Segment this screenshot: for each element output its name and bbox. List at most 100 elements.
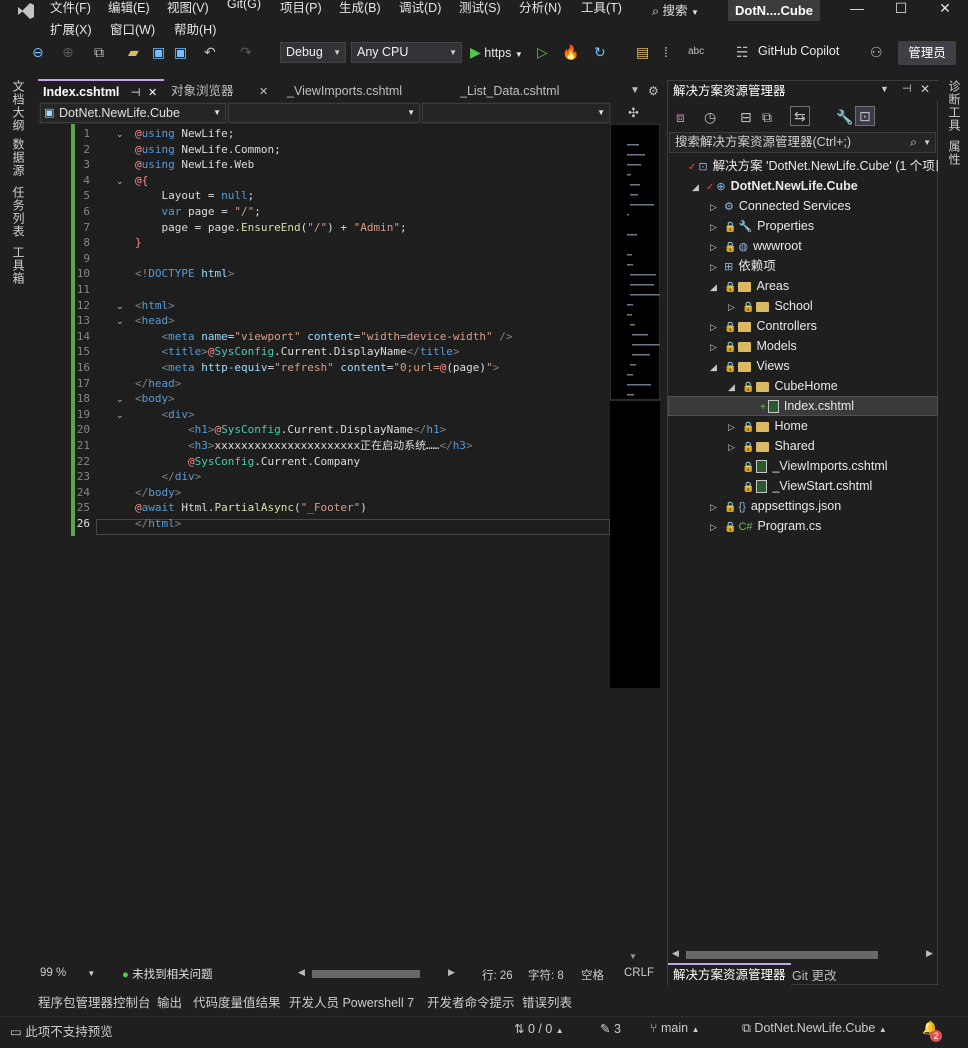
expand-arrow-icon[interactable]: ▷	[710, 317, 724, 336]
expand-arrow-icon[interactable]: ▷	[710, 237, 724, 256]
menu-project[interactable]: 项目(P)	[280, 0, 322, 16]
horizontal-scrollbar[interactable]	[686, 951, 878, 959]
tree-item[interactable]: ▷ 🔒 ◍ wwwroot	[710, 236, 802, 256]
tab-developer-command-prompt[interactable]: 开发者命令提示	[427, 992, 515, 1011]
expand-arrow-icon[interactable]: ▷	[728, 297, 742, 316]
code-line[interactable]: <meta http-equiv="refresh" content="0;ur…	[135, 360, 499, 376]
code-line[interactable]: <!DOCTYPE html>	[135, 266, 234, 282]
pending-edits-indicator[interactable]: ✎ 3	[600, 1021, 621, 1036]
chevron-down-icon[interactable]: ▼	[880, 84, 889, 94]
collapse-arrow-icon[interactable]: ◢	[710, 277, 724, 296]
tree-item[interactable]: ◢ 🔒 Views	[710, 356, 790, 376]
whitespace-indicator[interactable]: 空格	[581, 967, 604, 983]
switch-views-icon[interactable]: ⧈	[676, 106, 685, 128]
scroll-down-icon[interactable]: ▼	[629, 952, 637, 961]
preview-selected-icon[interactable]: ⊡	[855, 106, 875, 126]
platform-select[interactable]: Any CPU ▼	[351, 42, 462, 63]
scroll-right-icon[interactable]: ▶	[448, 967, 455, 978]
expand-arrow-icon[interactable]: ▷	[710, 217, 724, 236]
line-indicator[interactable]: 行: 26	[482, 967, 513, 983]
expand-arrow-icon[interactable]: ▷	[728, 437, 742, 456]
type-scope-select[interactable]: ▼	[228, 103, 420, 123]
menu-build[interactable]: 生成(B)	[339, 0, 381, 16]
code-line[interactable]: <h3>xxxxxxxxxxxxxxxxxxxxxx正在启动系统……</h3>	[135, 438, 473, 454]
global-search[interactable]: ⌕ 搜索 ▼	[652, 0, 699, 19]
refresh-icon[interactable]: ↻	[594, 41, 606, 63]
scroll-right-icon[interactable]: ▶	[926, 948, 933, 959]
github-copilot-button[interactable]: GitHub Copilot	[758, 44, 839, 58]
expand-arrow-icon[interactable]: ▷	[710, 257, 724, 276]
close-icon[interactable]: ✕	[920, 82, 930, 96]
code-line[interactable]: <div>	[135, 407, 194, 423]
expand-arrow-icon[interactable]: ▷	[710, 497, 724, 516]
code-line[interactable]: var page = "/";	[135, 204, 261, 220]
fold-toggle-icon[interactable]: ⌄	[116, 407, 124, 423]
zoom-select[interactable]: 99 % ▼	[40, 967, 95, 979]
tree-item[interactable]: ◢ 🔒 CubeHome	[728, 376, 838, 396]
code-minimap[interactable]	[609, 123, 661, 688]
code-line[interactable]: </html>	[135, 516, 181, 532]
tree-item[interactable]: ▷ 🔒 Models	[710, 336, 797, 356]
tab-output[interactable]: 输出	[157, 992, 182, 1011]
tab-developer-powershell[interactable]: 开发人员 Powershell 7	[289, 992, 414, 1011]
tab-object-browser[interactable]: 对象浏览器 ✕	[166, 80, 280, 102]
fold-toggle-icon[interactable]: ⌄	[116, 391, 124, 407]
collapse-arrow-icon[interactable]: ◢	[692, 177, 706, 196]
scroll-left-icon[interactable]: ◀	[672, 948, 679, 959]
settings-icon[interactable]: ⚙	[648, 80, 659, 102]
menu-test[interactable]: 测试(S)	[459, 0, 501, 16]
expand-arrow-icon[interactable]: ▷	[710, 337, 724, 356]
start-debugging-button[interactable]: ▶ https ▼	[470, 41, 523, 63]
expand-arrow-icon[interactable]: ▷	[710, 197, 724, 216]
new-item-icon[interactable]: ⧉	[94, 41, 104, 63]
tab-index-cshtml[interactable]: Index.cshtml ⊣ ✕	[38, 79, 164, 101]
document-outline-tab[interactable]: 文档大纲	[10, 80, 27, 132]
menu-debug[interactable]: 调试(D)	[399, 0, 441, 16]
pin-icon[interactable]: ⊣	[902, 82, 912, 95]
pending-changes-icon[interactable]: ◷	[704, 106, 716, 128]
tree-item[interactable]: ▷ 🔒 Home	[728, 416, 808, 436]
collapse-arrow-icon[interactable]: ◢	[728, 377, 742, 396]
menu-edit[interactable]: 编辑(E)	[108, 0, 150, 16]
tree-item[interactable]: ◢ ✓ ⊕ DotNet.NewLife.Cube	[692, 176, 858, 196]
code-line[interactable]: <h1>@SysConfig.Current.DisplayName</h1>	[135, 422, 446, 438]
undo-icon[interactable]: ↶	[204, 41, 216, 63]
code-line[interactable]: @{	[135, 173, 148, 189]
open-folder-icon[interactable]: ▰	[128, 41, 139, 63]
code-line[interactable]: @await Html.PartialAsync("_Footer")	[135, 500, 367, 516]
show-all-files-icon[interactable]: ⧉	[762, 106, 772, 128]
tree-item[interactable]: 🔒 _ViewImports.cshtml	[728, 456, 888, 476]
save-all-icon[interactable]: ▣	[174, 41, 187, 63]
sync-active-document-icon[interactable]: ⇆	[790, 106, 810, 126]
navigate-back-icon[interactable]: ⊖	[32, 41, 44, 63]
close-window-button[interactable]: ✕	[930, 0, 960, 20]
close-icon[interactable]: ✕	[259, 86, 268, 98]
code-line[interactable]: @SysConfig.Current.Company	[135, 454, 360, 470]
tab-git-changes[interactable]: Git 更改	[792, 965, 836, 984]
split-editor-icon[interactable]: ✣	[628, 102, 639, 124]
fold-toggle-icon[interactable]: ⌄	[116, 126, 124, 142]
diagnostic-tools-tab[interactable]: 诊断工具	[946, 80, 963, 132]
code-line[interactable]: </body>	[135, 485, 181, 501]
tree-item[interactable]: ▷ 🔒 🔧 Properties	[710, 216, 814, 236]
collapse-all-icon[interactable]: ⊟	[740, 106, 752, 128]
fold-toggle-icon[interactable]: ⌄	[116, 173, 124, 189]
collapse-arrow-icon[interactable]: ◢	[710, 357, 724, 376]
menu-window[interactable]: 窗口(W)	[110, 19, 155, 38]
hot-reload-icon[interactable]: 🔥	[562, 41, 579, 63]
fold-toggle-icon[interactable]: ⌄	[116, 313, 124, 329]
menu-extensions[interactable]: 扩展(X)	[50, 19, 92, 38]
start-without-debugging-icon[interactable]: ▷	[537, 41, 548, 63]
tree-item[interactable]: ▷ ⚙ Connected Services	[710, 196, 851, 216]
code-line[interactable]: </div>	[135, 469, 201, 485]
save-icon[interactable]: ▣	[152, 41, 165, 63]
code-editor[interactable]	[38, 124, 612, 964]
member-scope-select[interactable]: ▼	[422, 103, 610, 123]
code-line[interactable]: @using NewLife.Common;	[135, 142, 281, 158]
code-line[interactable]: <head>	[135, 313, 175, 329]
solution-search-input[interactable]: 搜索解决方案资源管理器(Ctrl+;) ⌕ ▼	[669, 132, 936, 153]
code-line[interactable]: <body>	[135, 391, 175, 407]
tree-item[interactable]: ▷ 🔒 Shared	[728, 436, 815, 456]
tree-item[interactable]: + Index.cshtml	[746, 396, 854, 416]
redo-icon[interactable]: ↷	[240, 41, 252, 63]
